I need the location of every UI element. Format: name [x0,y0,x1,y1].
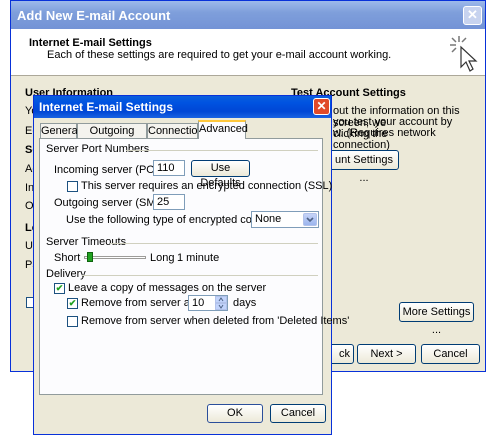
timeout-long-label: Long [150,252,175,264]
ports-section-heading: Server Port Numbers [46,143,150,155]
days-label: days [233,297,257,309]
tab-outgoing-server[interactable]: Outgoing Server [77,123,147,151]
section-divider [126,150,318,151]
outer-close-button[interactable]: ✕ [463,6,482,25]
leave-copy-checkbox[interactable]: ✔ [54,283,65,294]
ssl-label: This server requires an encrypted connec… [81,180,333,192]
timeout-value: 1 minute [177,252,220,264]
outer-titlebar[interactable]: Add New E-mail Account ✕ [11,1,485,29]
remove-days-value: 10 [192,297,205,309]
remove-after-label: Remove from server after [81,297,206,309]
tab-general[interactable]: General [40,123,80,138]
next-button[interactable]: Next > [357,344,416,364]
advanced-tab-panel [39,138,323,395]
dialog-cancel-button[interactable]: Cancel [270,404,326,423]
wizard-header: Internet E-mail Settings Each of these s… [11,29,485,76]
remove-after-checkbox[interactable]: ✔ [67,298,78,309]
dialog-titlebar[interactable]: Internet E-mail Settings ✕ [34,96,331,118]
back-button[interactable]: ck [329,344,354,364]
spinner-down-icon[interactable] [215,303,227,310]
timeout-slider-track[interactable] [84,256,146,259]
use-defaults-button[interactable]: Use Defaults [191,160,250,189]
dialog-close-button[interactable]: ✕ [313,98,330,115]
test-text-line-3: w. (Requires network connection) [333,127,436,151]
spinner-up-icon[interactable] [215,296,227,303]
tab-connection[interactable]: Connection [147,123,204,138]
timeout-short-label: Short [54,252,81,264]
leave-copy-label: Leave a copy of messages on the server [68,282,267,294]
delivery-section-heading: Delivery [46,268,86,280]
dialog-title: Internet E-mail Settings [39,100,174,114]
outer-window-title: Add New E-mail Account [17,8,171,23]
cursor-sparkle-icon [450,36,478,72]
checkmark-icon: ✔ [55,283,64,293]
outgoing-port-input[interactable]: 25 [153,194,185,210]
chevron-down-icon[interactable] [303,213,317,226]
encryption-type-value: None [255,213,282,225]
remove-deleted-label: Remove from server when deleted from 'De… [81,315,350,327]
timeouts-section-heading: Server Timeouts [46,236,127,248]
more-settings-button[interactable]: More Settings ... [399,302,474,336]
test-account-settings-button[interactable]: unt Settings ... [329,150,399,184]
ok-button[interactable]: OK [207,404,263,423]
outer-cancel-button[interactable]: Cancel [421,344,480,364]
checkmark-icon: ✔ [68,298,77,308]
remove-deleted-checkbox[interactable] [67,316,78,327]
section-divider [82,275,318,276]
header-title: Internet E-mail Settings [29,37,152,49]
incoming-port-input[interactable]: 110 [153,160,185,176]
section-divider [110,243,318,244]
timeout-slider-thumb[interactable] [86,252,93,262]
ssl-checkbox[interactable] [67,181,78,192]
header-subtitle: Each of these settings are required to g… [47,49,392,61]
tab-advanced[interactable]: Advanced [198,120,248,139]
